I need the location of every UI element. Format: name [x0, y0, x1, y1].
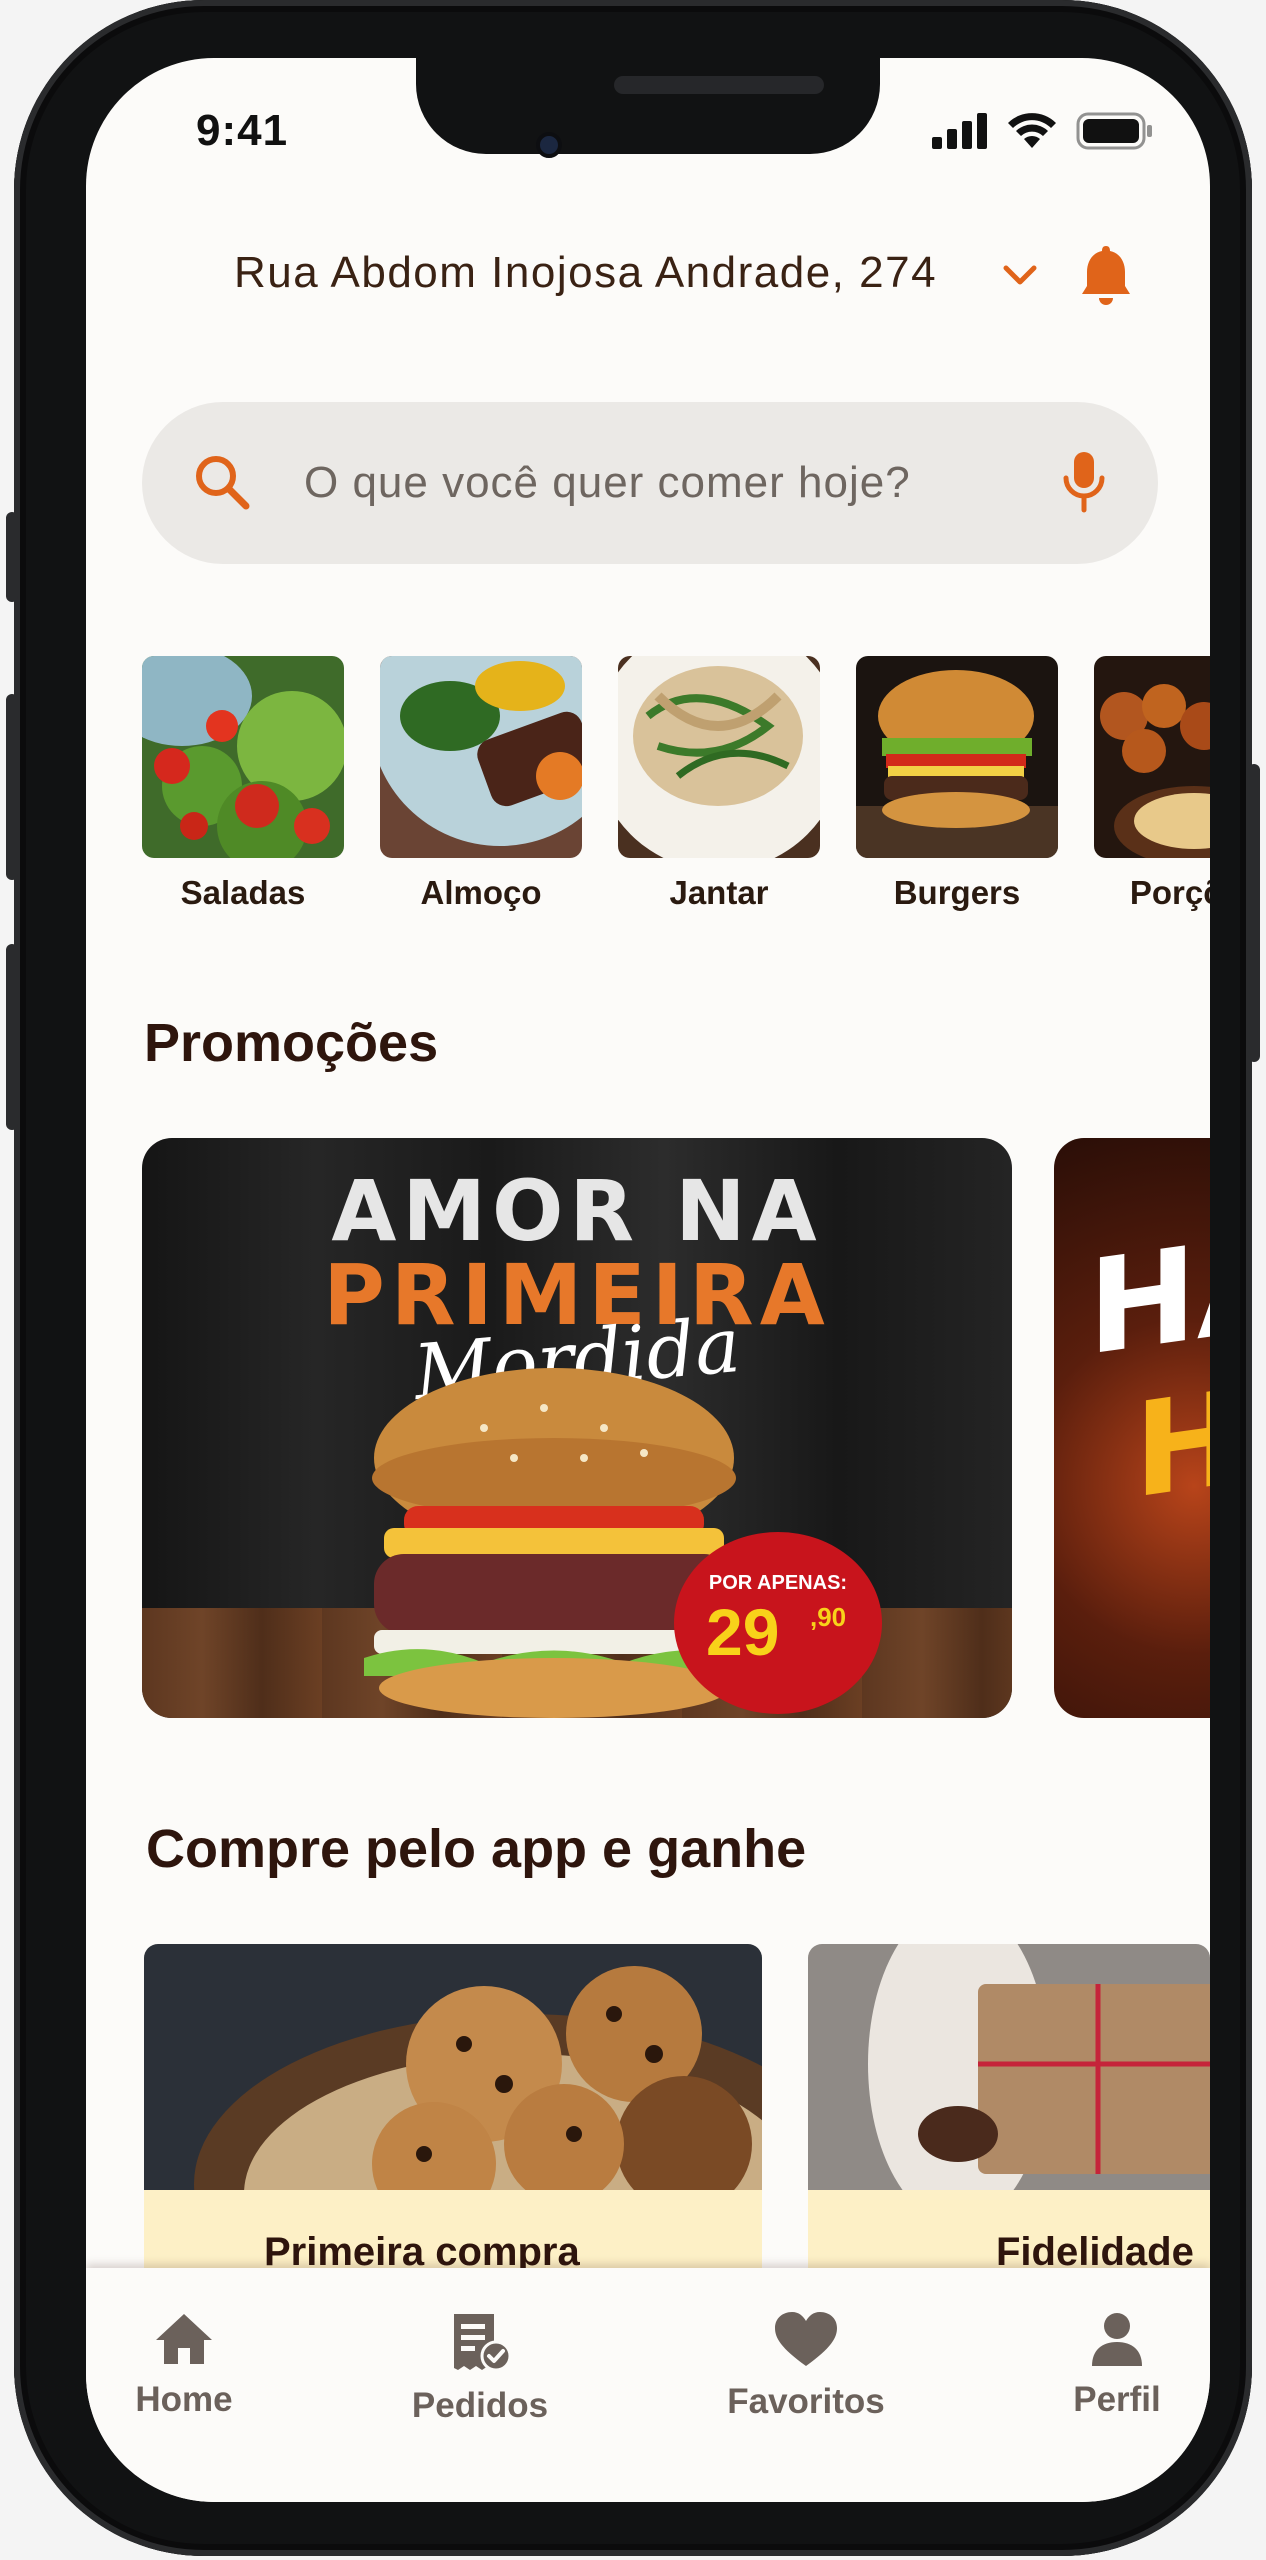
category-label: Porções — [1129, 874, 1210, 911]
category-label: Almoço — [420, 874, 542, 911]
category-label: Jantar — [669, 874, 769, 911]
promotions-title: Promoções — [144, 1013, 439, 1073]
bell-icon[interactable] — [1080, 244, 1132, 308]
promo-banner-burger[interactable]: AMOR NA PRIMEIRA Mordida POR APENAS: 29 … — [142, 1138, 1012, 1718]
promo-banner-happy-hour[interactable]: HA H — [1054, 1138, 1210, 1718]
battery-icon — [1076, 112, 1152, 150]
nav-label: Home — [135, 2380, 233, 2419]
dinner-image — [618, 656, 820, 858]
user-icon — [1092, 2313, 1142, 2366]
nav-label: Perfil — [1073, 2380, 1161, 2419]
price-prefix: POR APENAS: — [708, 1572, 848, 1594]
salad-image — [142, 656, 344, 858]
gift-image — [808, 1944, 1210, 2190]
microphone-icon[interactable] — [1062, 450, 1106, 514]
app-screen: 9:41 Rua Abdom Inojosa Andrade, 274 O qu… — [86, 58, 1210, 2502]
wifi-icon — [1008, 113, 1056, 148]
heart-icon — [775, 2312, 837, 2366]
search-input[interactable] — [304, 448, 1024, 518]
action-button — [6, 512, 18, 602]
category-saladas[interactable]: Saladas — [142, 656, 344, 912]
orders-receipt-icon — [454, 2314, 512, 2372]
category-burgers[interactable]: Burgers — [856, 656, 1058, 912]
promo2-headline-2: H — [1134, 1360, 1210, 1528]
nav-home[interactable]: Home — [114, 2312, 254, 2420]
nav-favoritos[interactable]: Favoritos — [718, 2312, 894, 2422]
chevron-down-icon[interactable] — [1002, 264, 1038, 288]
speaker-grille — [614, 76, 824, 94]
nav-label: Favoritos — [727, 2382, 885, 2421]
search-icon — [196, 456, 250, 510]
front-camera — [536, 132, 562, 158]
rewards-title: Compre pelo app e ganhe — [146, 1819, 807, 1879]
category-label: Burgers — [893, 874, 1021, 911]
dynamic-island — [416, 58, 880, 154]
category-jantar[interactable]: Jantar — [618, 656, 820, 912]
category-label: Saladas — [180, 874, 306, 911]
signal-icon — [932, 113, 987, 149]
volume-up-button — [6, 694, 18, 880]
bottom-navigation: Home Pedidos Favoritos Perfil — [86, 2268, 1210, 2502]
category-almoco[interactable]: Almoço — [380, 656, 582, 912]
search-bar[interactable] — [142, 402, 1158, 564]
phone-frame: 9:41 Rua Abdom Inojosa Andrade, 274 O qu… — [6, 0, 1260, 2556]
nav-label: Pedidos — [411, 2386, 549, 2425]
category-carousel[interactable]: Saladas Almoço Jantar Burgers Porç — [142, 656, 1210, 916]
address-selector[interactable]: Rua Abdom Inojosa Andrade, 274 — [86, 238, 1210, 318]
portions-image — [1094, 656, 1210, 858]
status-icons — [932, 112, 1154, 150]
price-cents: ,90 — [810, 1602, 847, 1632]
nav-perfil[interactable]: Perfil — [1062, 2312, 1172, 2420]
cookies-image — [144, 1944, 762, 2190]
status-time: 9:41 — [196, 106, 289, 155]
lunch-image — [380, 656, 582, 858]
address-text: Rua Abdom Inojosa Andrade, 274 — [234, 248, 938, 297]
nav-pedidos[interactable]: Pedidos — [400, 2312, 560, 2426]
volume-down-button — [6, 944, 18, 1130]
price-badge: POR APENAS: 29 ,90 — [674, 1532, 882, 1714]
category-porcoes[interactable]: Porções — [1094, 656, 1210, 912]
burger-image — [856, 656, 1058, 858]
price-value: 29 — [706, 1595, 780, 1669]
power-button — [1248, 764, 1260, 1062]
home-icon — [156, 2314, 212, 2364]
promo2-headline-1: HA — [1088, 1203, 1210, 1385]
